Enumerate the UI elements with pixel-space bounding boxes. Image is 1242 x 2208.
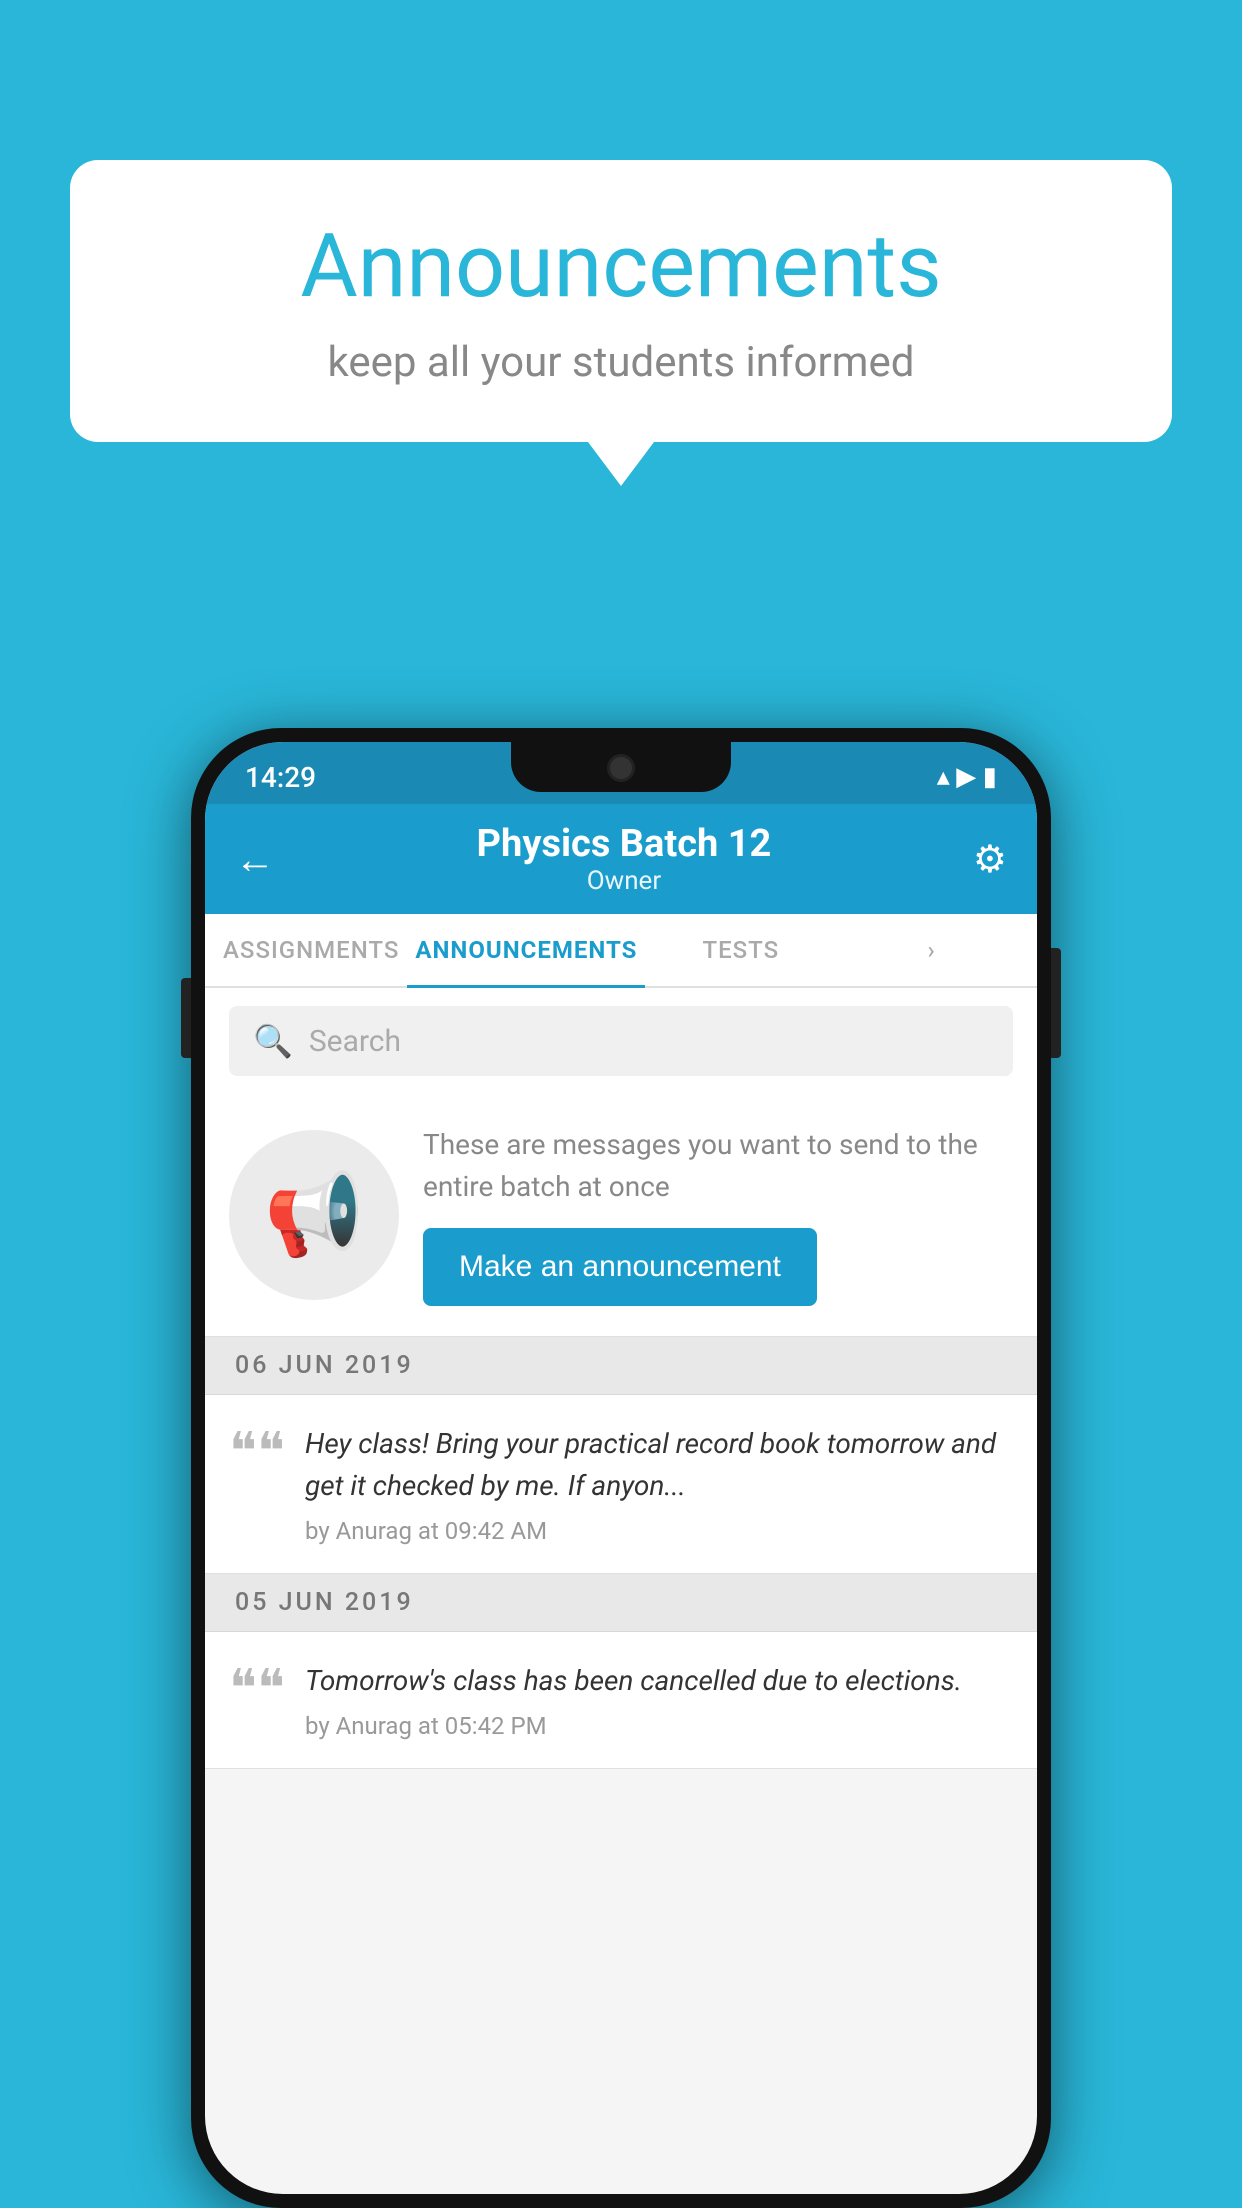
promo-description: These are messages you want to send to t… [423,1124,1013,1208]
header-subtitle: Owner [477,866,772,896]
phone-camera [607,754,635,782]
search-container: 🔍 Search [205,988,1037,1094]
power-button [1051,948,1061,1058]
announcement-text-2: Tomorrow's class has been cancelled due … [305,1660,1013,1702]
wifi-icon: ▴ ▶ ▮ [937,762,997,792]
tab-assignments[interactable]: ASSIGNMENTS [215,914,407,986]
make-announcement-button[interactable]: Make an announcement [423,1228,817,1306]
bubble-title: Announcements [130,215,1112,318]
announcement-item-1[interactable]: ❝❝ Hey class! Bring your practical recor… [205,1395,1037,1574]
volume-button [181,978,191,1058]
quote-icon-1: ❝❝ [229,1427,285,1479]
status-time: 14:29 [245,761,316,794]
phone-frame: 14:29 ▴ ▶ ▮ ← Physics Batch 12 Owner ⚙ A… [191,728,1051,2208]
announcement-item-2[interactable]: ❝❝ Tomorrow's class has been cancelled d… [205,1632,1037,1769]
phone-screen: 14:29 ▴ ▶ ▮ ← Physics Batch 12 Owner ⚙ A… [205,742,1037,2194]
back-button[interactable]: ← [235,836,275,883]
announcement-meta-2: by Anurag at 05:42 PM [305,1712,1013,1740]
announcement-meta-1: by Anurag at 09:42 AM [305,1517,1013,1545]
phone-notch [511,742,731,792]
search-icon: 🔍 [253,1022,293,1060]
app-header: ← Physics Batch 12 Owner ⚙ [205,804,1037,914]
status-icons: ▴ ▶ ▮ [937,762,997,792]
header-title: Physics Batch 12 [477,822,772,866]
announcement-content-1: Hey class! Bring your practical record b… [305,1423,1013,1545]
date-separator-1: 06 JUN 2019 [205,1337,1037,1395]
promo-icon-circle: 📢 [229,1130,399,1300]
promo-content: These are messages you want to send to t… [423,1124,1013,1306]
phone-outer: 14:29 ▴ ▶ ▮ ← Physics Batch 12 Owner ⚙ A… [191,728,1051,2208]
header-center: Physics Batch 12 Owner [477,822,772,896]
megaphone-icon: 📢 [264,1168,364,1262]
search-input-wrap[interactable]: 🔍 Search [229,1006,1013,1076]
search-placeholder: Search [309,1024,401,1059]
tab-announcements[interactable]: ANNOUNCEMENTS [407,914,645,986]
speech-bubble: Announcements keep all your students inf… [70,160,1172,442]
tab-tests[interactable]: TESTS [645,914,836,986]
announcement-content-2: Tomorrow's class has been cancelled due … [305,1660,1013,1740]
speech-bubble-area: Announcements keep all your students inf… [70,160,1172,442]
gear-icon[interactable]: ⚙ [973,837,1007,882]
announcement-text-1: Hey class! Bring your practical record b… [305,1423,1013,1507]
promo-area: 📢 These are messages you want to send to… [205,1094,1037,1337]
date-separator-2: 05 JUN 2019 [205,1574,1037,1632]
bubble-subtitle: keep all your students informed [130,338,1112,387]
quote-icon-2: ❝❝ [229,1664,285,1716]
tabs-bar: ASSIGNMENTS ANNOUNCEMENTS TESTS › [205,914,1037,988]
tab-more[interactable]: › [836,914,1027,986]
